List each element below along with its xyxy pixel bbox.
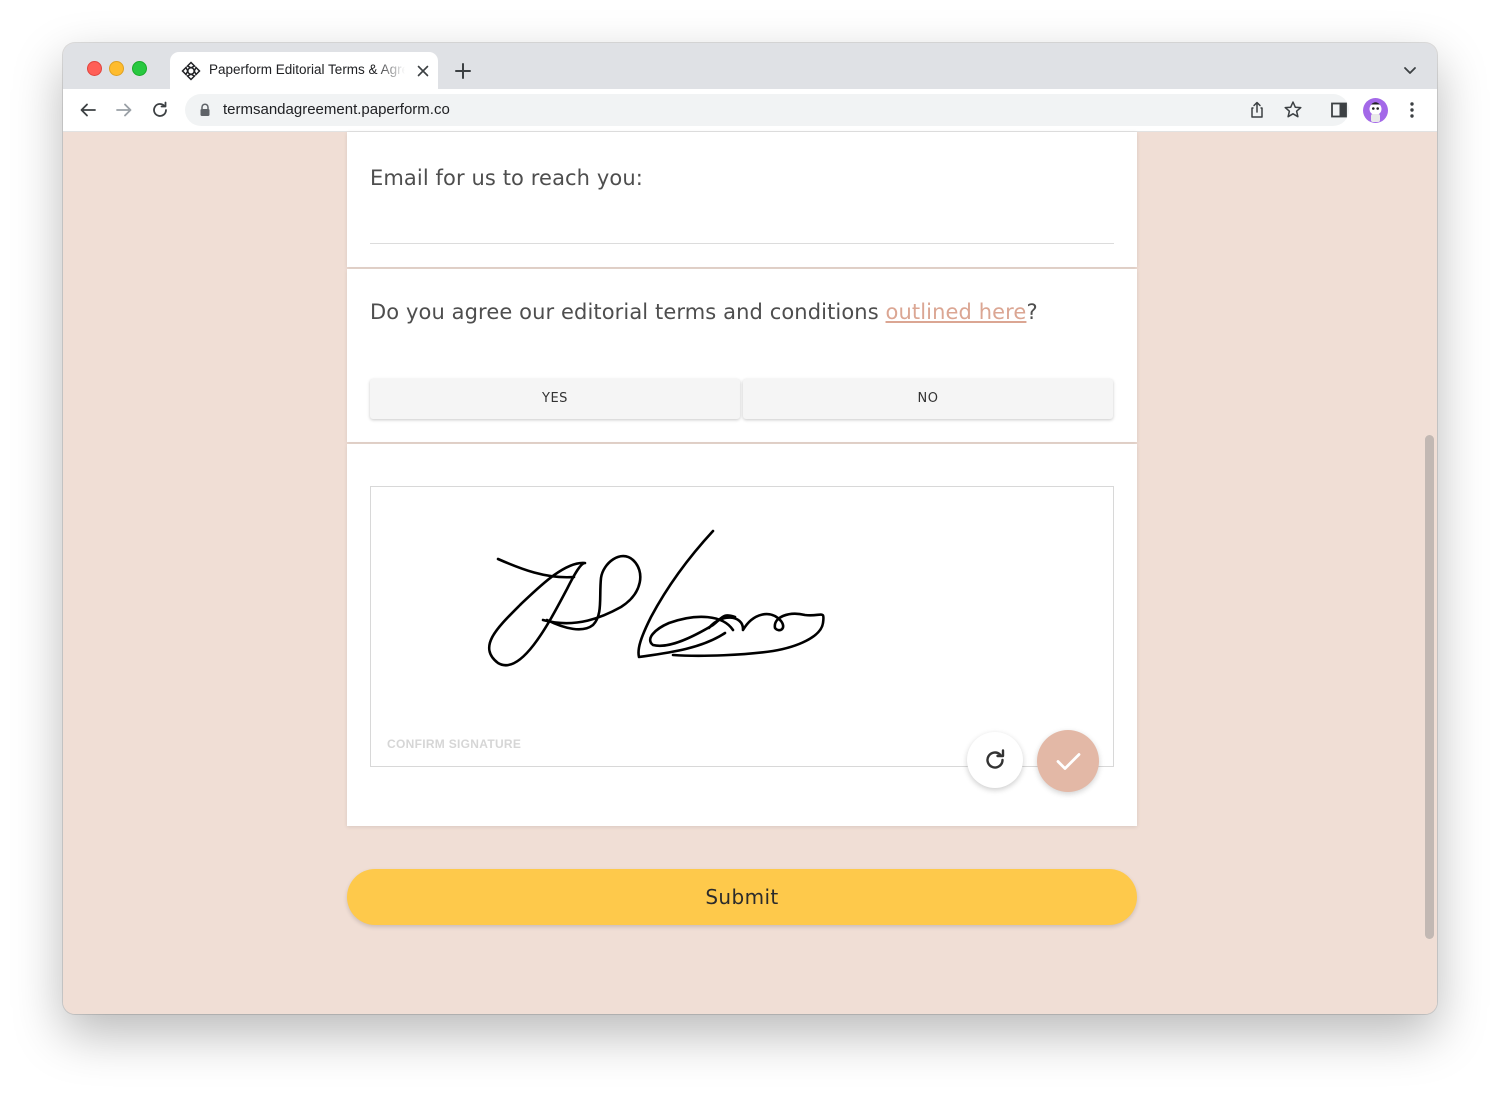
address-bar[interactable]: termsandagreement.paperform.co: [185, 94, 1349, 126]
confirm-signature-button[interactable]: [1037, 730, 1099, 792]
no-button[interactable]: NO: [743, 379, 1113, 419]
back-icon[interactable]: [77, 99, 99, 121]
profile-icon: [1369, 102, 1382, 122]
avatar[interactable]: [1363, 98, 1388, 123]
email-question-label: Email for us to reach you:: [370, 166, 643, 190]
minimize-window-button[interactable]: [109, 61, 124, 76]
share-icon[interactable]: [1246, 99, 1268, 121]
email-question-card: Email for us to reach you:: [347, 132, 1137, 267]
chevron-down-icon[interactable]: [1399, 61, 1421, 81]
signature-card: CONFIRM SIGNATURE: [347, 444, 1137, 826]
close-icon[interactable]: [414, 62, 432, 80]
scrollbar-thumb[interactable]: [1425, 435, 1434, 939]
browser-window: Paperform Editorial Terms & Agreement: [63, 43, 1437, 1014]
refresh-icon: [986, 749, 1005, 769]
kebab-menu-icon[interactable]: [1401, 99, 1423, 121]
tab-title: Paperform Editorial Terms & Agreement: [209, 62, 405, 77]
signature-drawing: [487, 529, 825, 667]
tab-strip: Paperform Editorial Terms & Agreement: [63, 43, 1437, 89]
close-window-button[interactable]: [87, 61, 102, 76]
email-field[interactable]: [370, 243, 1114, 244]
terms-link[interactable]: outlined here: [886, 300, 1027, 324]
star-icon[interactable]: [1282, 99, 1304, 121]
terms-question-card: Do you agree our editorial terms and con…: [347, 269, 1137, 442]
reset-signature-button[interactable]: [967, 732, 1023, 788]
submit-button[interactable]: Submit: [347, 869, 1137, 925]
url-text[interactable]: termsandagreement.paperform.co: [223, 101, 450, 118]
lock-icon[interactable]: [199, 103, 211, 117]
signature-pad[interactable]: CONFIRM SIGNATURE: [370, 486, 1114, 767]
confirm-signature-label: CONFIRM SIGNATURE: [387, 737, 522, 751]
browser-toolbar: termsandagreement.paperform.co: [63, 89, 1437, 132]
page-viewport: Email for us to reach you: Do you agree …: [63, 132, 1437, 1014]
check-icon: [1056, 753, 1081, 770]
reload-icon[interactable]: [149, 99, 171, 121]
terms-question-suffix: ?: [1026, 300, 1038, 324]
forward-icon[interactable]: [113, 99, 135, 121]
plus-icon[interactable]: [451, 59, 475, 83]
paperform-favicon-icon: [181, 61, 201, 81]
yes-button[interactable]: YES: [370, 379, 740, 419]
terms-question-prefix: Do you agree our editorial terms and con…: [370, 300, 886, 324]
browser-tab[interactable]: Paperform Editorial Terms & Agreement: [170, 52, 438, 89]
terms-question-label: Do you agree our editorial terms and con…: [370, 300, 1038, 324]
zoom-window-button[interactable]: [132, 61, 147, 76]
sidebar-icon[interactable]: [1328, 99, 1350, 121]
